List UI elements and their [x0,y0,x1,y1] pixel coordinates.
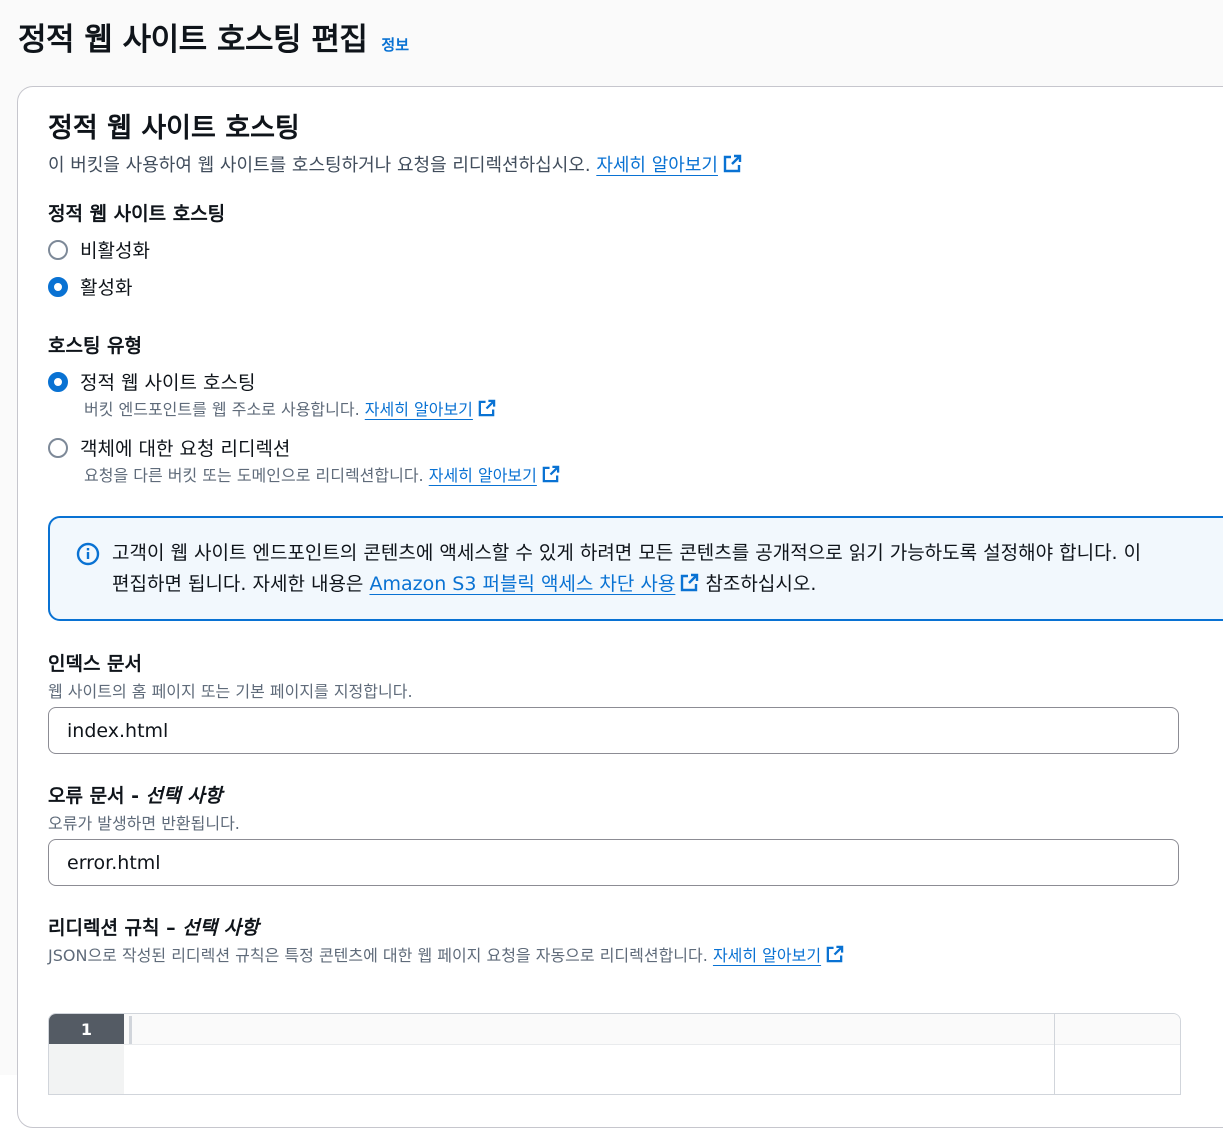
redirect-rules-label-text: 리디렉션 규칙 – [48,917,183,939]
optional-tag: 선택 사항 [182,917,259,939]
radio-label: 객체에 대한 요청 리디렉션 [80,438,291,460]
error-document-label: 오류 문서 - 선택 사항 [48,781,222,808]
alert-text-suffix: 참조하십시오. [705,573,817,595]
index-document-input[interactable] [48,707,1179,754]
learn-more-link[interactable]: 자세히 알아보기 [712,945,844,965]
radio-label: 활성화 [80,277,133,299]
line-number: 1 [49,1014,124,1044]
external-link-icon [542,465,560,483]
alert-line-1: 고객이 웹 사이트 엔드포인트의 콘텐츠에 액세스할 수 있게 하려면 모든 콘… [112,542,1142,564]
editor-cursor [129,1016,132,1044]
description-text: 버킷 엔드포인트를 웹 주소로 사용합니다. [84,400,360,419]
block-public-access-link[interactable]: Amazon S3 퍼블릭 액세스 차단 사용 [369,573,699,595]
radio-disable[interactable]: 비활성화 [48,236,150,263]
radio-button[interactable] [48,239,68,260]
radio-enable[interactable]: 활성화 [48,273,132,300]
external-link-icon [478,399,496,417]
index-document-description: 웹 사이트의 홈 페이지 또는 기본 페이지를 지정합니다. [48,682,413,701]
radio-label: 정적 웹 사이트 호스팅 [80,372,256,394]
radio-label: 비활성화 [80,240,150,262]
editor-gutter [49,1044,124,1094]
learn-more-label: 자세히 알아보기 [596,155,718,176]
info-icon [76,542,100,566]
radio-button[interactable] [48,276,68,297]
learn-more-link[interactable]: 자세히 알아보기 [364,399,496,419]
active-line-highlight [124,1014,1180,1045]
page-title: 정적 웹 사이트 호스팅 편집 [18,22,368,58]
radio-static-hosting[interactable]: 정적 웹 사이트 호스팅 [48,368,255,395]
alert-text: 고객이 웹 사이트 엔드포인트의 콘텐츠에 액세스할 수 있게 하려면 모든 콘… [112,538,1223,600]
radio-button[interactable] [48,437,68,458]
info-link[interactable]: 정보 [381,34,409,55]
external-link-icon [723,154,742,173]
external-link-icon [826,945,844,963]
learn-more-link[interactable]: 자세히 알아보기 [596,154,742,176]
description-text: JSON으로 작성된 리디렉션 규칙은 특정 콘텐츠에 대한 웹 페이지 요청을… [48,946,708,965]
redirect-rules-editor[interactable]: 1 [48,1013,1181,1095]
hosting-type-label: 호스팅 유형 [48,335,143,357]
learn-more-label: 자세히 알아보기 [364,400,473,419]
redirect-description: 요청을 다른 버킷 또는 도메인으로 리디렉션합니다. 자세히 알아보기 [84,462,560,486]
index-document-label: 인덱스 문서 [48,653,143,675]
error-document-input[interactable] [48,839,1179,886]
description-text: 요청을 다른 버킷 또는 도메인으로 리디렉션합니다. [84,466,424,485]
optional-tag: 선택 사항 [145,785,223,807]
learn-more-label: 자세히 알아보기 [712,946,822,965]
alert-text-prefix: 편집하면 됩니다. 자세한 내용은 [112,573,364,595]
error-document-label-text: 오류 문서 - [48,785,146,807]
external-link-icon [681,573,699,592]
info-alert: 고객이 웹 사이트 엔드포인트의 콘텐츠에 액세스할 수 있게 하려면 모든 콘… [48,516,1223,621]
page-header: 정적 웹 사이트 호스팅 편집 정보 [18,14,409,59]
radio-redirect-requests[interactable]: 객체에 대한 요청 리디렉션 [48,434,290,461]
alert-line-2: 편집하면 됩니다. 자세한 내용은 Amazon S3 퍼블릭 액세스 차단 사… [112,569,1223,600]
learn-more-link[interactable]: 자세히 알아보기 [428,465,560,485]
error-document-description: 오류가 발생하면 반환됩니다. [48,814,240,833]
section-description: 이 버킷을 사용하여 웹 사이트를 호스팅하거나 요청을 리디렉션하십시오. 자… [48,151,742,177]
section-description-text: 이 버킷을 사용하여 웹 사이트를 호스팅하거나 요청을 리디렉션하십시오. [48,155,591,176]
alert-link-label: Amazon S3 퍼블릭 액세스 차단 사용 [369,573,676,595]
static-hosting-description: 버킷 엔드포인트를 웹 주소로 사용합니다. 자세히 알아보기 [84,396,496,420]
section-title: 정적 웹 사이트 호스팅 [48,113,300,144]
radio-button[interactable] [48,371,68,392]
learn-more-label: 자세히 알아보기 [428,466,537,485]
editor-divider [1054,1014,1055,1094]
redirect-rules-description: JSON으로 작성된 리디렉션 규칙은 특정 콘텐츠에 대한 웹 페이지 요청을… [48,942,844,966]
hosting-toggle-label: 정적 웹 사이트 호스팅 [48,203,226,225]
redirect-rules-label: 리디렉션 규칙 – 선택 사항 [48,913,259,940]
